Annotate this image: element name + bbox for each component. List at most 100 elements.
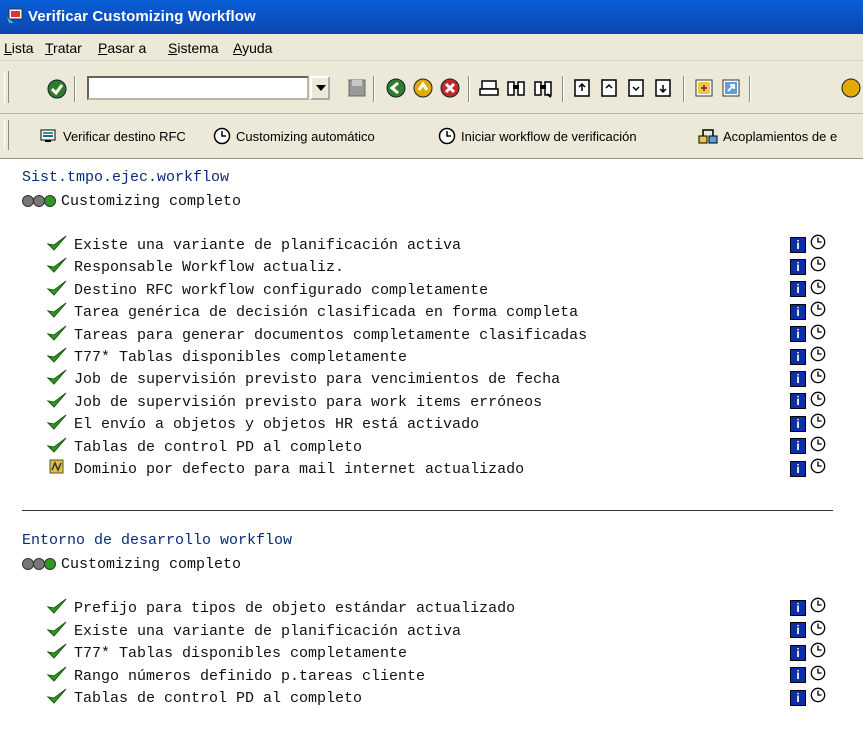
info-icon[interactable]: i (790, 370, 806, 387)
clock-icon[interactable] (810, 620, 826, 641)
create-session-icon[interactable] (693, 77, 715, 99)
command-field[interactable] (87, 76, 309, 100)
section-status: Customizing completo (22, 556, 241, 573)
info-icon[interactable]: i (790, 348, 806, 365)
execute-clock-icon (213, 127, 231, 145)
auto-customizing-button[interactable]: Customizing automático (213, 124, 375, 148)
check-icon (46, 368, 68, 391)
menu-tratar[interactable]: Tratar (45, 40, 82, 56)
sap-window-icon (7, 8, 23, 23)
info-icon[interactable]: i (790, 689, 806, 706)
check-item-actions: i (790, 391, 826, 412)
section-status: Customizing completo (22, 193, 241, 210)
check-item-text: T77* Tablas disponibles completamente (74, 645, 408, 663)
info-icon[interactable]: i (790, 438, 806, 455)
clock-icon[interactable] (810, 279, 826, 300)
section-title: Sist.tmpo.ejec.workflow (22, 169, 230, 186)
clock-icon[interactable] (810, 642, 826, 663)
enter-icon[interactable] (46, 78, 68, 100)
check-item-text: Job de supervisión previsto para work it… (74, 393, 543, 411)
check-item: El envío a objetos y objetos HR está act… (46, 413, 479, 436)
clock-icon[interactable] (810, 234, 826, 255)
cancel-icon[interactable] (439, 77, 461, 99)
info-icon[interactable]: i (790, 258, 806, 275)
command-dropdown-button[interactable] (310, 76, 330, 100)
check-item-actions: i (790, 413, 826, 434)
menu-lista[interactable]: Lista (4, 40, 34, 56)
info-icon[interactable]: i (790, 644, 806, 661)
info-icon[interactable]: i (790, 303, 806, 320)
clock-icon[interactable] (810, 597, 826, 618)
traffic-light-icon (22, 195, 56, 207)
verify-rfc-button[interactable]: Verificar destino RFC (40, 124, 186, 148)
clock-icon[interactable] (810, 301, 826, 322)
check-item-text: Tarea genérica de decisión clasificada e… (74, 304, 579, 322)
start-verification-button[interactable]: Iniciar workflow de verificación (438, 124, 637, 148)
check-item-actions: i (790, 324, 826, 345)
check-item-actions: i (790, 279, 826, 300)
clock-icon[interactable] (810, 256, 826, 277)
check-icon (46, 597, 68, 620)
clock-icon[interactable] (810, 368, 826, 389)
check-item-text: Dominio por defecto para mail internet a… (74, 461, 525, 478)
info-icon[interactable]: i (790, 281, 806, 298)
menu-ayuda[interactable]: Ayuda (233, 40, 272, 56)
clock-icon[interactable] (810, 665, 826, 686)
clock-icon[interactable] (810, 687, 826, 708)
find-icon[interactable] (505, 77, 527, 99)
clock-icon[interactable] (810, 413, 826, 434)
shortcut-icon[interactable] (720, 77, 742, 99)
check-item: Tablas de control PD al completo (46, 436, 362, 459)
find-next-icon[interactable] (532, 77, 554, 99)
info-icon[interactable]: i (790, 622, 806, 639)
clock-icon[interactable] (810, 436, 826, 457)
menu-pasar-a[interactable]: Pasar a (98, 40, 146, 56)
section-title: Entorno de desarrollo workflow (22, 532, 293, 550)
info-icon[interactable]: i (790, 326, 806, 343)
check-item: Responsable Workflow actualiz. (46, 256, 344, 279)
verify-rfc-label: Verificar destino RFC (63, 128, 186, 144)
check-item: Job de supervisión previsto para vencimi… (46, 368, 560, 391)
info-icon[interactable]: i (790, 393, 806, 410)
clock-icon[interactable] (810, 346, 826, 367)
info-icon[interactable]: i (790, 599, 806, 616)
next-page-icon[interactable] (626, 77, 648, 99)
check-icon (46, 620, 68, 643)
clock-icon[interactable] (810, 324, 826, 345)
check-item-actions: i (790, 256, 826, 277)
check-item-text: Destino RFC workflow configurado complet… (74, 281, 489, 299)
first-page-icon[interactable] (572, 77, 594, 99)
last-page-icon[interactable] (653, 77, 675, 99)
couplings-label: Acoplamientos de e (723, 128, 838, 144)
print-icon[interactable] (478, 77, 500, 99)
info-icon[interactable]: i (790, 460, 806, 477)
help-icon[interactable] (840, 77, 862, 99)
save-icon[interactable] (346, 77, 368, 99)
back-icon[interactable] (385, 77, 407, 99)
check-item: Dominio por defecto para mail internet a… (46, 458, 524, 481)
check-item: Prefijo para tipos de objeto estándar ac… (46, 597, 515, 620)
info-icon[interactable]: i (790, 236, 806, 253)
check-item-actions: i (790, 597, 826, 618)
clock-icon[interactable] (810, 391, 826, 412)
couplings-button[interactable]: Acoplamientos de e (698, 124, 837, 148)
check-item-actions: i (790, 642, 826, 663)
info-icon[interactable]: i (790, 415, 806, 432)
check-item-actions: i (790, 620, 826, 641)
info-icon[interactable]: i (790, 667, 806, 684)
exit-icon[interactable] (412, 77, 434, 99)
check-item-actions: i (790, 687, 826, 708)
warning-icon (46, 458, 68, 481)
start-verification-label: Iniciar workflow de verificación (461, 128, 637, 144)
rfc-destination-icon (40, 129, 56, 142)
check-item-actions: i (790, 458, 826, 479)
check-item-actions: i (790, 665, 826, 686)
previous-page-icon[interactable] (599, 77, 621, 99)
auto-customizing-label: Customizing automático (236, 128, 375, 144)
check-icon (46, 665, 68, 688)
check-item-text: Rango números definido p.tareas cliente (74, 667, 426, 685)
clock-icon[interactable] (810, 458, 826, 479)
menu-sistema[interactable]: Sistema (168, 40, 219, 56)
check-item-text: Responsable Workflow actualiz. (74, 259, 345, 277)
check-item-text: Tablas de control PD al completo (74, 690, 363, 707)
